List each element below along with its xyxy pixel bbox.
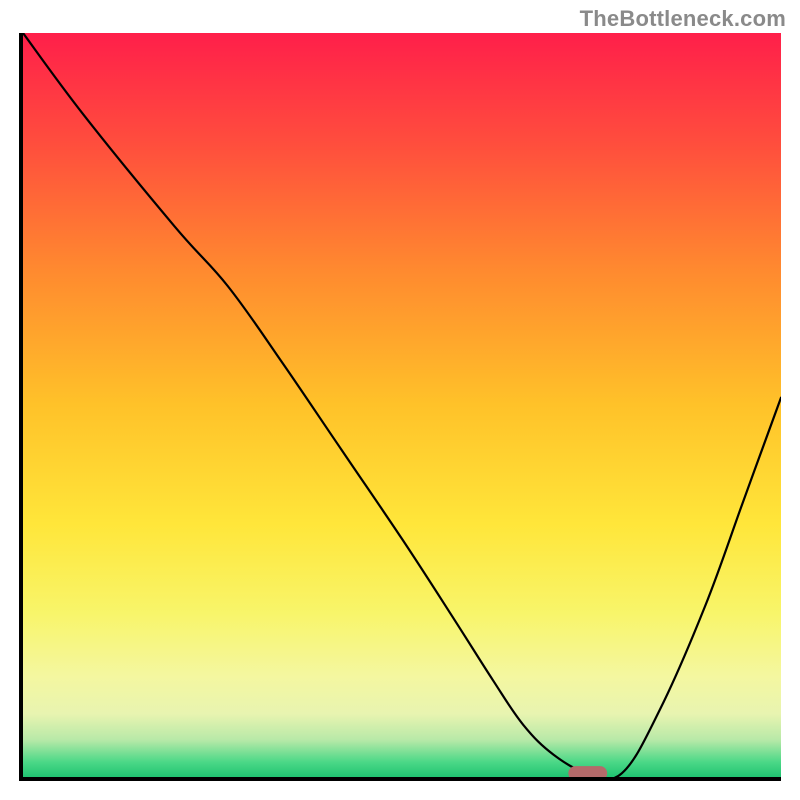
plot-svg: [23, 33, 781, 777]
optimum-marker: [569, 767, 607, 777]
watermark-text: TheBottleneck.com: [580, 6, 786, 32]
background-gradient: [23, 33, 781, 777]
plot-frame: [19, 33, 781, 781]
chart-container: TheBottleneck.com: [0, 0, 800, 800]
